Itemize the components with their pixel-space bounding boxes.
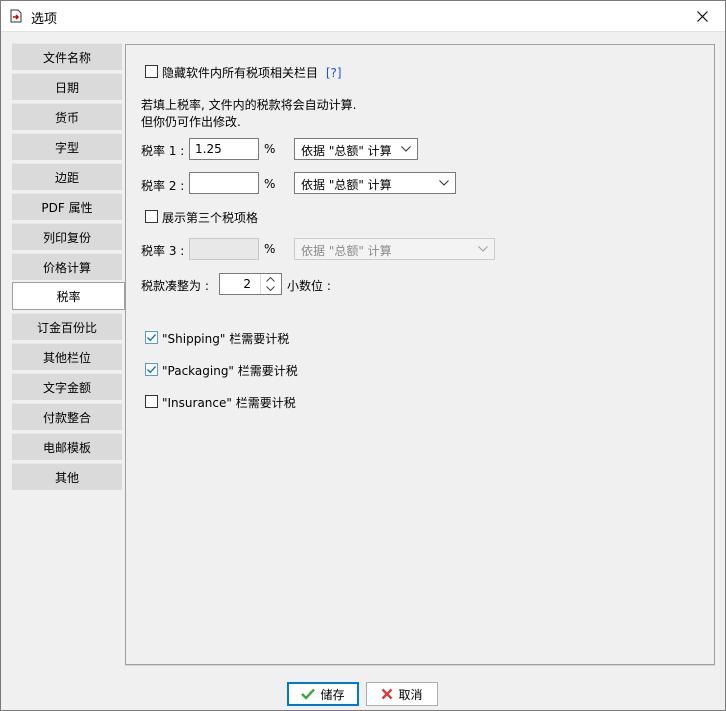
rate1-basis-value: 依据 "总额" 计算 — [301, 144, 392, 158]
hide-tax-text: 隐藏软件内所有税项相关栏目 — [162, 66, 319, 80]
rate3-basis-value: 依据 "总额" 计算 — [301, 244, 392, 258]
check-icon — [301, 688, 316, 700]
rate1-input[interactable] — [189, 138, 259, 160]
sidebar-item-label: PDF 属性 — [41, 200, 93, 215]
close-icon — [696, 10, 708, 22]
cancel-label: 取消 — [398, 687, 423, 702]
rate1-basis-select[interactable]: 依据 "总额" 计算 — [294, 138, 418, 160]
export-icon — [10, 9, 22, 23]
shipping-taxable-checkbox[interactable] — [145, 331, 158, 344]
sidebar-item-label: 列印复份 — [42, 230, 91, 245]
rate1-label: 税率 1 : — [141, 144, 185, 158]
packaging-taxable-label: "Packaging" 栏需要计税 — [162, 364, 298, 378]
rate2-unit: % — [264, 177, 276, 191]
rate2-input[interactable] — [189, 172, 259, 194]
checkmark-icon — [147, 334, 157, 342]
checkmark-icon — [147, 366, 157, 374]
sidebar-item-label: 其他 — [54, 470, 79, 485]
sidebar-item-tax-rate[interactable]: 税率 — [12, 282, 125, 310]
show-third-tax-label: 展示第三个税项格 — [162, 211, 259, 225]
chevron-down-icon — [478, 246, 488, 252]
divider — [125, 665, 715, 666]
rate3-label: 税率 3 : — [141, 244, 185, 258]
sidebar-item-other-fields[interactable]: 其他栏位 — [12, 343, 122, 370]
tax-settings-panel: 隐藏软件内所有税项相关栏目 [?] 若填上税率, 文件内的税款将会自动计算. 但… — [125, 44, 715, 665]
sidebar-item-label: 字型 — [54, 140, 79, 155]
sidebar-item-label: 电邮模板 — [42, 440, 91, 455]
help-link[interactable]: [?] — [326, 66, 342, 80]
shipping-taxable-label: "Shipping" 栏需要计税 — [162, 332, 290, 346]
rounding-label: 税款凑整为 : — [141, 279, 209, 293]
rounding-suffix: 小数位 : — [287, 279, 331, 293]
x-icon — [382, 688, 393, 700]
rate3-unit: % — [264, 242, 276, 256]
sidebar-item-price-calculation[interactable]: 价格计算 — [12, 253, 122, 280]
rate2-label: 税率 2 : — [141, 179, 185, 193]
stepper-buttons[interactable] — [260, 274, 281, 294]
rate3-input — [189, 238, 259, 260]
chevron-down-icon — [439, 180, 449, 186]
rate1-unit: % — [264, 142, 276, 156]
insurance-taxable-checkbox[interactable] — [145, 395, 158, 408]
sidebar-item-currency[interactable]: 货币 — [12, 103, 122, 130]
sidebar-item-label: 订金百份比 — [36, 320, 97, 335]
sidebar-item-amount-in-words[interactable]: 文字金额 — [12, 373, 122, 400]
sidebar-item-pdf-properties[interactable]: PDF 属性 — [12, 193, 122, 220]
sidebar-item-date[interactable]: 日期 — [12, 73, 122, 100]
chevron-down-icon[interactable] — [266, 286, 275, 291]
packaging-taxable-checkbox[interactable] — [145, 363, 158, 376]
title-bar: 选项 — [1, 1, 725, 32]
sidebar-item-label: 文字金额 — [42, 380, 91, 395]
sidebar-item-label: 日期 — [54, 80, 79, 95]
sidebar-item-filename[interactable]: 文件名称 — [12, 43, 122, 70]
window-title: 选项 — [31, 12, 58, 27]
chevron-down-icon — [401, 146, 411, 152]
sidebar-item-label: 税率 — [56, 289, 81, 304]
sidebar-item-deposit-percentage[interactable]: 订金百份比 — [12, 313, 122, 340]
insurance-taxable-label: "Insurance" 栏需要计税 — [162, 396, 296, 410]
chevron-up-icon[interactable] — [266, 277, 275, 282]
rate2-basis-value: 依据 "总额" 计算 — [301, 178, 392, 192]
sidebar-item-print-copies[interactable]: 列印复份 — [12, 223, 122, 250]
rate2-basis-select[interactable]: 依据 "总额" 计算 — [294, 172, 456, 194]
sidebar-item-label: 边距 — [54, 170, 79, 185]
info-line-1: 若填上税率, 文件内的税款将会自动计算. — [141, 98, 357, 112]
sidebar-item-label: 其他栏位 — [42, 350, 91, 365]
rounding-value: 2 — [243, 277, 251, 291]
close-button[interactable] — [679, 1, 725, 31]
hide-tax-checkbox[interactable] — [145, 65, 158, 78]
sidebar-item-payment-integration[interactable]: 付款整合 — [12, 403, 122, 430]
sidebar-item-other[interactable]: 其他 — [12, 463, 122, 490]
info-line-2: 但你仍可作出修改. — [141, 115, 241, 129]
save-label: 储存 — [320, 687, 345, 702]
sidebar-item-email-template[interactable]: 电邮模板 — [12, 433, 122, 460]
show-third-tax-checkbox[interactable] — [145, 210, 158, 223]
sidebar-item-font[interactable]: 字型 — [12, 133, 122, 160]
options-dialog: 选项 文件名称 日期 货币 字型 边距 PDF 属性 列印复份 价格计算 税率 … — [0, 0, 726, 711]
rate3-basis-select: 依据 "总额" 计算 — [294, 238, 495, 260]
sidebar-item-label: 价格计算 — [42, 260, 91, 275]
cancel-button[interactable]: 取消 — [366, 682, 438, 706]
sidebar-item-label: 货币 — [54, 110, 79, 125]
rounding-stepper[interactable]: 2 — [219, 273, 282, 295]
hide-tax-label: 隐藏软件内所有税项相关栏目 [?] — [162, 64, 342, 81]
sidebar-item-label: 付款整合 — [42, 410, 91, 425]
sidebar-item-margins[interactable]: 边距 — [12, 163, 122, 190]
save-button[interactable]: 储存 — [287, 682, 359, 706]
sidebar-item-label: 文件名称 — [42, 50, 91, 65]
